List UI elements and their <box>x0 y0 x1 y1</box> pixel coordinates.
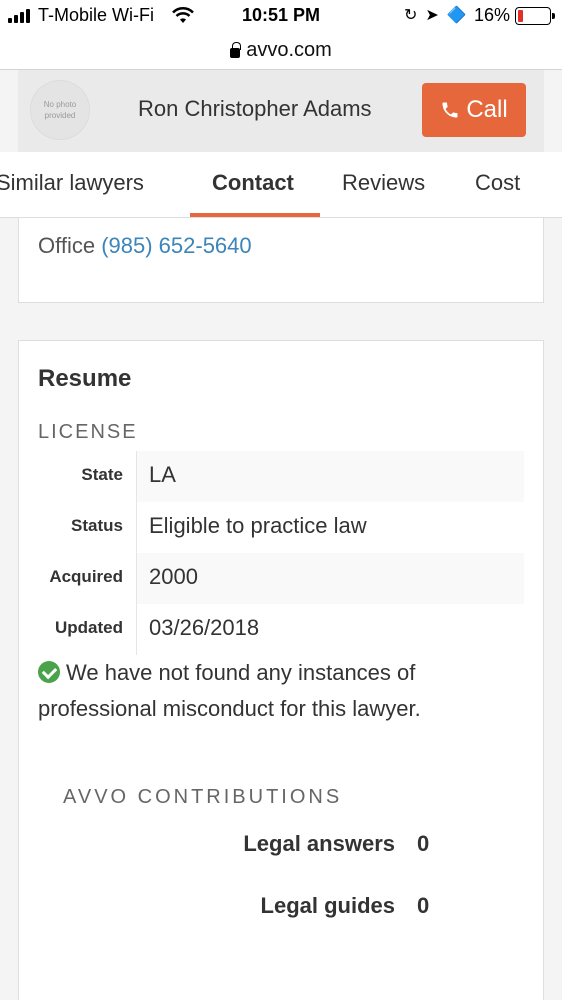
phone-icon <box>442 102 458 118</box>
tab-reviews[interactable]: Reviews <box>342 170 425 196</box>
license-row: Acquired 2000 <box>19 553 524 604</box>
contribution-row: Legal answers 0 <box>19 831 439 861</box>
license-row: Updated 03/26/2018 <box>19 604 524 655</box>
misconduct-text: We have not found any instances of profe… <box>38 660 421 721</box>
bluetooth-icon: 🔷 <box>446 7 467 24</box>
tab-cost[interactable]: Cost <box>475 170 520 196</box>
tab-contact[interactable]: Contact <box>212 170 294 196</box>
contributions-heading: AVVO CONTRIBUTIONS <box>63 786 343 808</box>
lawyer-header: No photo provided Ron Christopher Adams … <box>18 70 544 152</box>
office-phone-link[interactable]: (985) 652-5640 <box>101 233 251 258</box>
contribution-label: Legal answers <box>243 831 395 856</box>
battery-percent: 16% <box>474 5 511 25</box>
check-circle-icon <box>38 661 60 683</box>
lock-icon <box>230 41 241 58</box>
license-key: Status <box>71 516 123 535</box>
license-value: 03/26/2018 <box>149 615 260 640</box>
battery-icon <box>515 7 555 25</box>
url-text: avvo.com <box>246 39 332 61</box>
license-row: State LA <box>19 451 524 502</box>
avatar-placeholder-line1: No photo <box>43 100 77 109</box>
license-heading: LICENSE <box>38 421 138 443</box>
license-key: State <box>81 465 123 484</box>
orientation-lock-icon: ↻ <box>404 7 418 24</box>
license-row: Status Eligible to practice law <box>19 502 524 553</box>
battery-level <box>518 10 523 22</box>
license-value: LA <box>149 462 176 487</box>
resume-title: Resume <box>38 365 132 392</box>
address-bar[interactable]: avvo.com <box>0 32 562 70</box>
contribution-label: Legal guides <box>260 893 395 918</box>
license-key: Acquired <box>49 567 123 586</box>
avatar-placeholder-line2: provided <box>44 111 76 120</box>
avatar: No photo provided <box>30 80 90 140</box>
call-button[interactable]: Call <box>422 83 526 137</box>
license-value: Eligible to practice law <box>149 513 367 538</box>
status-bar: T-Mobile Wi-Fi 10:51 PM ↻ ➤ 🔷 16% <box>0 0 562 32</box>
license-key: Updated <box>55 618 123 637</box>
misconduct-notice: We have not found any instances of profe… <box>38 655 508 727</box>
contribution-value: 0 <box>417 831 430 856</box>
location-arrow-icon: ➤ <box>425 7 439 24</box>
call-label: Call <box>466 96 508 123</box>
resume-card: Resume LICENSE State LA Status Eligible … <box>18 340 544 1000</box>
license-value: 2000 <box>149 564 198 589</box>
office-label: Office <box>38 233 96 258</box>
office-card: Office (985) 652-5640 <box>18 218 544 303</box>
tab-similar-lawyers[interactable]: Similar lawyers <box>0 170 144 196</box>
license-table: State LA Status Eligible to practice law… <box>19 451 524 655</box>
tab-bar: Similar lawyers Contact Reviews Cost <box>0 152 562 218</box>
contribution-value: 0 <box>417 893 430 918</box>
lawyer-name: Ron Christopher Adams <box>138 96 372 121</box>
contribution-row: Legal guides 0 <box>19 893 439 923</box>
